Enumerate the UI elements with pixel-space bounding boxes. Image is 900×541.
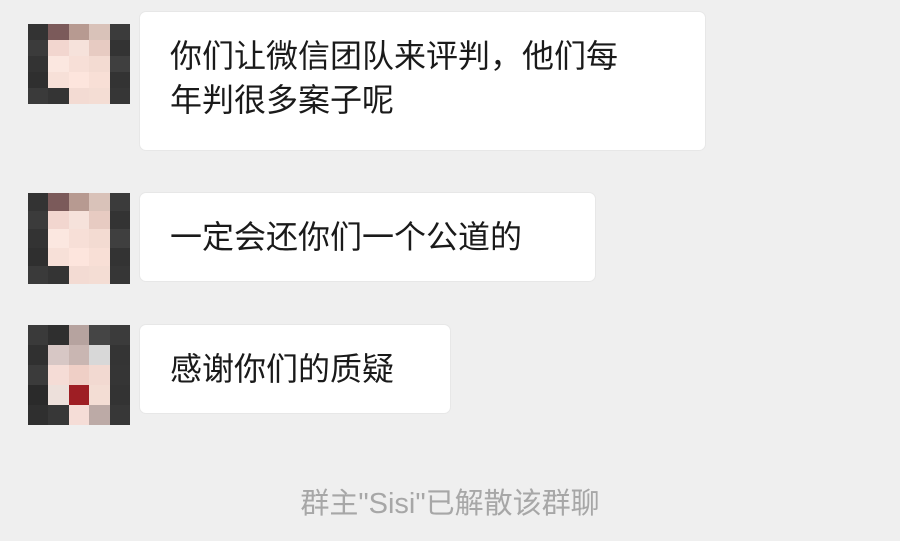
avatar[interactable] xyxy=(28,325,130,425)
message-bubble: 感谢你们的质疑 xyxy=(140,325,450,413)
avatar[interactable] xyxy=(28,193,130,284)
avatar[interactable] xyxy=(28,24,130,104)
message-bubble: 你们让微信团队来评判，他们每 年判很多案子呢 xyxy=(140,12,705,150)
message-bubble: 一定会还你们一个公道的 xyxy=(140,193,595,281)
group-dissolved-notice: 群主"Sisi"已解散该群聊 xyxy=(300,488,600,520)
